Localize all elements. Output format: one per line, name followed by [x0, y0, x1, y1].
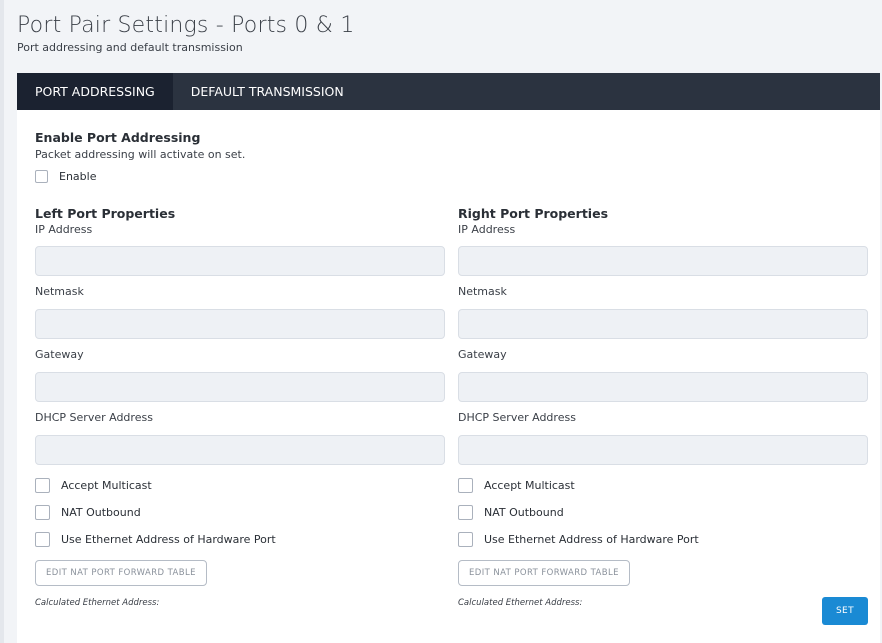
tab-bar: PORT ADDRESSING DEFAULT TRANSMISSION — [17, 73, 880, 110]
right-use-ethernet-label: Use Ethernet Address of Hardware Port — [484, 533, 699, 546]
right-gateway-label: Gateway — [458, 348, 507, 361]
left-nat-outbound-row[interactable]: NAT Outbound — [35, 505, 445, 520]
right-netmask-input[interactable] — [458, 309, 868, 339]
page-header: Port Pair Settings - Ports 0 & 1 Port ad… — [17, 12, 355, 54]
left-netmask-label: Netmask — [35, 285, 84, 298]
right-edit-nat-button[interactable]: EDIT NAT PORT FORWARD TABLE — [458, 560, 630, 586]
right-port-title: Right Port Properties — [458, 206, 609, 221]
right-accept-multicast-label: Accept Multicast — [484, 479, 575, 492]
left-nat-outbound-label: NAT Outbound — [61, 506, 141, 519]
right-use-ethernet-checkbox[interactable] — [458, 532, 473, 547]
tab-default-transmission[interactable]: DEFAULT TRANSMISSION — [173, 73, 362, 110]
right-nat-outbound-row[interactable]: NAT Outbound — [458, 505, 868, 520]
left-dhcp-input[interactable] — [35, 435, 445, 465]
enable-section-description: Packet addressing will activate on set. — [35, 148, 246, 161]
right-nat-outbound-checkbox[interactable] — [458, 505, 473, 520]
enable-checkbox-label: Enable — [59, 170, 97, 183]
set-button[interactable]: SET — [822, 597, 868, 625]
right-ip-input[interactable] — [458, 246, 868, 276]
left-accept-multicast-row[interactable]: Accept Multicast — [35, 478, 445, 493]
right-netmask-label: Netmask — [458, 285, 507, 298]
right-nat-outbound-label: NAT Outbound — [484, 506, 564, 519]
page-title: Port Pair Settings - Ports 0 & 1 — [17, 13, 355, 38]
enable-checkbox[interactable] — [35, 170, 48, 183]
left-accept-multicast-checkbox[interactable] — [35, 478, 50, 493]
left-port-properties: Left Port Properties IP Address Netmask … — [35, 206, 445, 608]
tab-port-addressing[interactable]: PORT ADDRESSING — [17, 73, 173, 110]
enable-checkbox-row[interactable]: Enable — [35, 170, 245, 183]
left-nat-outbound-checkbox[interactable] — [35, 505, 50, 520]
left-accept-multicast-label: Accept Multicast — [61, 479, 152, 492]
right-gateway-input[interactable] — [458, 372, 868, 402]
left-ip-label: IP Address — [35, 223, 93, 236]
right-use-ethernet-row[interactable]: Use Ethernet Address of Hardware Port — [458, 532, 868, 547]
left-gateway-label: Gateway — [35, 348, 84, 361]
left-calculated-ethernet-label: Calculated Ethernet Address: — [35, 598, 160, 608]
left-gateway-input[interactable] — [35, 372, 445, 402]
enable-section: Enable Port Addressing Packet addressing… — [35, 130, 245, 183]
left-use-ethernet-checkbox[interactable] — [35, 532, 50, 547]
right-dhcp-label: DHCP Server Address — [458, 411, 576, 424]
left-edit-nat-button[interactable]: EDIT NAT PORT FORWARD TABLE — [35, 560, 207, 586]
left-rail — [0, 0, 4, 643]
left-ip-input[interactable] — [35, 246, 445, 276]
right-calculated-ethernet-label: Calculated Ethernet Address: — [458, 598, 583, 608]
settings-card: PORT ADDRESSING DEFAULT TRANSMISSION Ena… — [17, 73, 880, 643]
right-port-properties: Right Port Properties IP Address Netmask… — [458, 206, 868, 608]
right-accept-multicast-checkbox[interactable] — [458, 478, 473, 493]
right-dhcp-input[interactable] — [458, 435, 868, 465]
left-dhcp-label: DHCP Server Address — [35, 411, 153, 424]
left-port-title: Left Port Properties — [35, 206, 176, 221]
enable-section-title: Enable Port Addressing — [35, 130, 201, 145]
left-use-ethernet-label: Use Ethernet Address of Hardware Port — [61, 533, 276, 546]
left-netmask-input[interactable] — [35, 309, 445, 339]
right-accept-multicast-row[interactable]: Accept Multicast — [458, 478, 868, 493]
left-use-ethernet-row[interactable]: Use Ethernet Address of Hardware Port — [35, 532, 445, 547]
page-subtitle: Port addressing and default transmission — [17, 41, 243, 54]
right-ip-label: IP Address — [458, 223, 516, 236]
